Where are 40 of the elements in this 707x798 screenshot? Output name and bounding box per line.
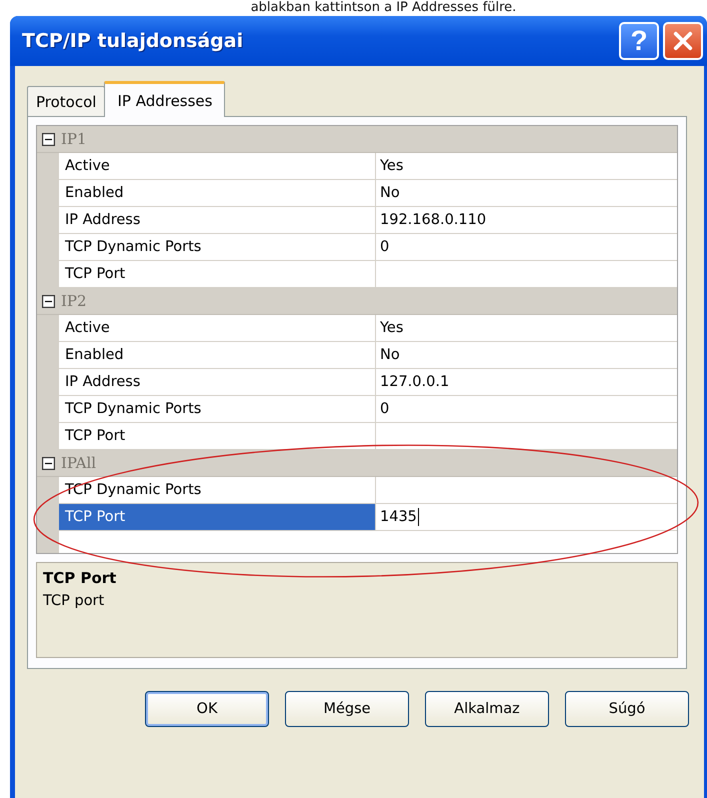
property-name[interactable]: Enabled [59,180,376,206]
property-name[interactable]: IP Address [59,369,376,395]
group-name: IPAll [61,454,96,472]
property-name[interactable]: TCP Port [59,423,376,449]
property-name[interactable]: TCP Port [59,261,376,287]
dialog-button[interactable]: OK [145,691,269,727]
help-button[interactable]: ? [619,22,659,60]
group-name: IP1 [61,130,87,148]
property-value[interactable]: Yes [376,315,677,341]
close-button[interactable] [663,22,703,60]
description-title: TCP Port [43,569,118,587]
property-value[interactable]: 192.168.0.110 [376,207,677,233]
tab[interactable]: Protocol [27,86,106,116]
property-name[interactable]: Enabled [59,342,376,368]
property-name[interactable]: Active [59,153,376,179]
property-value[interactable]: No [376,342,677,368]
property-name[interactable]: TCP Dynamic Ports [59,234,376,260]
window-title: TCP/IP tulajdonságai [22,30,244,52]
close-icon [671,29,695,53]
dialog-button[interactable]: Mégse [285,691,409,727]
description-text: TCP port [43,593,106,609]
group-name: IP2 [61,292,87,310]
collapse-icon[interactable] [42,132,55,146]
tab[interactable]: IP Addresses [104,81,226,117]
property-name[interactable]: IP Address [59,207,376,233]
collapse-icon[interactable] [42,294,55,308]
collapse-icon[interactable] [42,456,55,470]
dialog-button[interactable]: Alkalmaz [425,691,549,727]
property-value[interactable]: 0 [376,396,677,422]
property-name[interactable]: Active [59,315,376,341]
property-name[interactable]: TCP Dynamic Ports [59,477,376,503]
property-value[interactable]: No [376,180,677,206]
property-value[interactable]: Yes [376,153,677,179]
property-name[interactable]: TCP Port [59,504,376,530]
property-value[interactable]: 1435 [376,504,677,530]
caption-text: ablakban kattintson a IP Addresses fülre. [250,0,518,16]
property-value[interactable]: 0 [376,234,677,260]
dialog-button[interactable]: Súgó [565,691,689,727]
property-name[interactable]: TCP Dynamic Ports [59,396,376,422]
property-value[interactable]: 127.0.0.1 [376,369,677,395]
